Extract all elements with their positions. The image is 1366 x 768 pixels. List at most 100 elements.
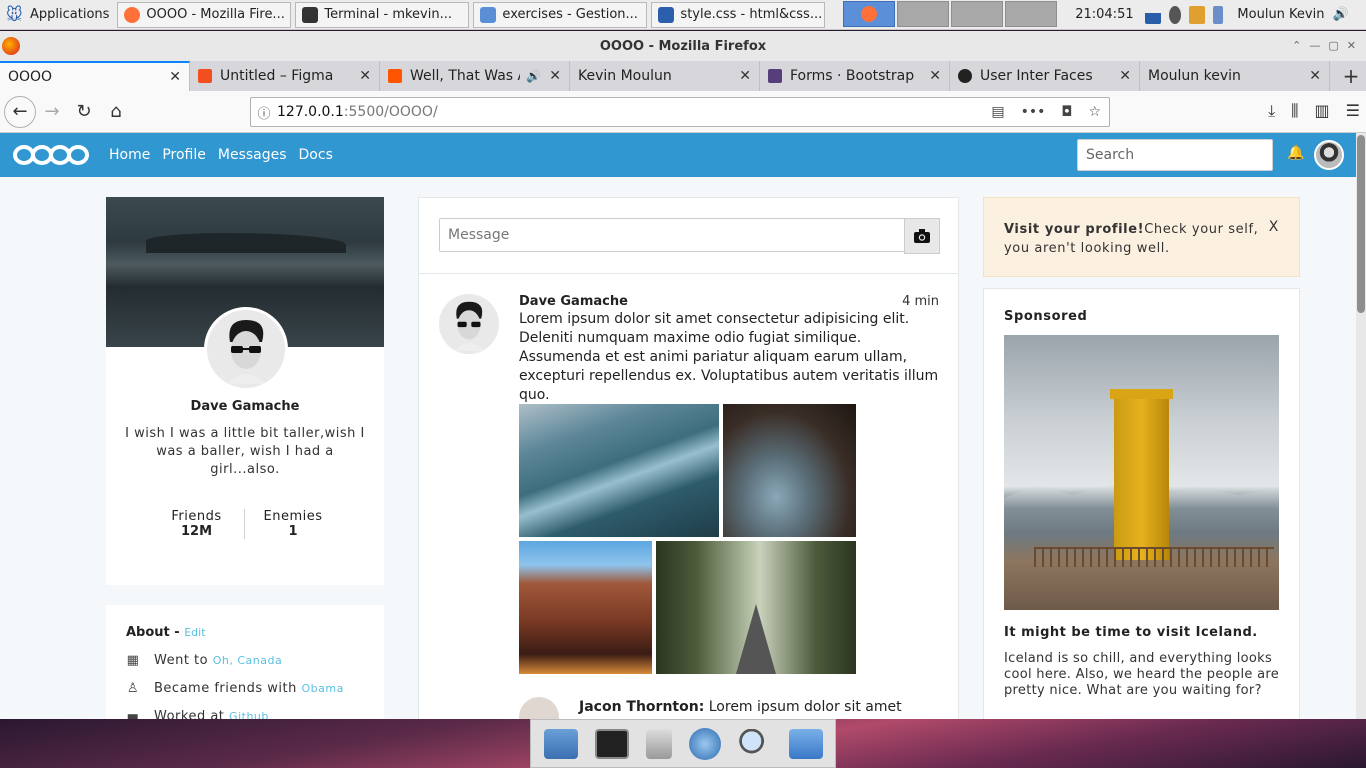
home-button[interactable]: ⌂ bbox=[100, 96, 132, 128]
firefox-icon bbox=[2, 37, 20, 55]
applications-menu[interactable]: 🐭 Applications bbox=[0, 0, 117, 30]
page-scrollbar[interactable] bbox=[1356, 133, 1366, 719]
oooo-logo[interactable] bbox=[12, 142, 90, 168]
bell-icon[interactable]: 🔔 bbox=[1287, 145, 1304, 161]
close-tab-icon[interactable]: ✕ bbox=[169, 69, 181, 85]
terminal-icon[interactable] bbox=[594, 728, 629, 759]
downloads-icon[interactable]: ⤓ bbox=[1268, 101, 1275, 121]
task-firefox[interactable]: OOOO - Mozilla Fire... bbox=[117, 1, 292, 28]
tab-oooo[interactable]: OOOO ✕ bbox=[0, 61, 190, 91]
post-avatar[interactable] bbox=[439, 294, 499, 354]
menu-icon[interactable]: ☰ bbox=[1346, 101, 1360, 121]
shade-button[interactable]: ⌃ bbox=[1292, 39, 1301, 52]
post-image-cave[interactable] bbox=[723, 404, 856, 537]
workspace-2[interactable] bbox=[897, 0, 950, 27]
window-titlebar[interactable]: OOOO - Mozilla Firefox ⌃ — ▢ ✕ bbox=[0, 31, 1366, 61]
network-icon[interactable] bbox=[1145, 5, 1162, 24]
nav-docs[interactable]: Docs bbox=[299, 147, 333, 163]
sponsored-card: Sponsored It might be time to visit Icel… bbox=[983, 288, 1300, 719]
forward-button[interactable]: → bbox=[36, 96, 68, 128]
tab-bootstrap[interactable]: Forms · Bootstrap ✕ bbox=[760, 61, 950, 91]
post-author[interactable]: Dave Gamache bbox=[519, 294, 628, 309]
workspace-4[interactable] bbox=[1005, 0, 1058, 27]
tab-kevin-moulun[interactable]: Kevin Moulun ✕ bbox=[570, 61, 760, 91]
window-title: OOOO - Mozilla Firefox bbox=[599, 38, 767, 54]
tab-figma[interactable]: Untitled – Figma ✕ bbox=[190, 61, 380, 91]
reader-view-icon[interactable]: ▤ bbox=[991, 104, 1004, 120]
about-link[interactable]: Github bbox=[229, 710, 269, 719]
profile-card: Dave Gamache I wish I was a little bit t… bbox=[106, 197, 384, 585]
home-folder-icon[interactable] bbox=[543, 728, 578, 759]
url-bar[interactable]: ⓘ 127.0.0.1 :5500/OOOO/ ▤ ••• ◘ ☆ bbox=[250, 97, 1110, 127]
maximize-button[interactable]: ▢ bbox=[1328, 39, 1338, 52]
volume-icon[interactable]: 🔊 bbox=[1332, 7, 1348, 22]
next-post-author[interactable]: Jacon Thornton: bbox=[579, 699, 704, 715]
alert-strong[interactable]: Visit your profile! bbox=[1004, 222, 1144, 237]
scrollbar-thumb[interactable] bbox=[1357, 135, 1365, 313]
site-info-icon[interactable]: ⓘ bbox=[251, 103, 277, 122]
workspace-switcher[interactable] bbox=[843, 0, 1059, 29]
next-post-text: Lorem ipsum dolor sit amet bbox=[704, 699, 902, 715]
nav-home[interactable]: Home bbox=[109, 147, 150, 163]
back-button[interactable]: ← bbox=[4, 95, 36, 128]
close-tab-icon[interactable]: ✕ bbox=[549, 68, 561, 84]
battery-icon[interactable] bbox=[1213, 5, 1224, 24]
sponsored-title[interactable]: It might be time to visit Iceland. bbox=[1004, 625, 1258, 640]
post-image-building[interactable] bbox=[519, 541, 652, 674]
stat-friends[interactable]: Friends 12M bbox=[149, 509, 245, 539]
user-name[interactable]: Moulun Kevin bbox=[1237, 7, 1324, 22]
speaker-icon[interactable]: 🔊 bbox=[526, 69, 541, 83]
task-terminal[interactable]: Terminal - mkevin... bbox=[295, 1, 470, 28]
profile-avatar[interactable] bbox=[204, 307, 288, 391]
sponsored-image[interactable] bbox=[1004, 335, 1279, 610]
page-actions-icon[interactable]: ••• bbox=[1021, 104, 1046, 120]
tab-soundcloud[interactable]: Well, That Was Aw 🔊 ✕ bbox=[380, 61, 570, 91]
sidebar-icon[interactable]: ▥ bbox=[1315, 101, 1330, 121]
library-icon[interactable]: ⫼ bbox=[1291, 101, 1298, 121]
task-editor[interactable]: style.css - html&css... bbox=[651, 1, 826, 28]
close-tab-icon[interactable]: ✕ bbox=[1309, 68, 1321, 84]
nav-messages[interactable]: Messages bbox=[218, 147, 287, 163]
user-avatar[interactable] bbox=[1314, 140, 1344, 170]
about-edit-link[interactable]: Edit bbox=[184, 626, 205, 639]
new-tab-button[interactable]: + bbox=[1336, 61, 1366, 91]
sponsored-text: Iceland is so chill, and everything look… bbox=[1004, 651, 1280, 698]
minimize-button[interactable]: — bbox=[1309, 39, 1320, 52]
bookmark-star-icon[interactable]: ☆ bbox=[1088, 104, 1101, 120]
tab-moulun-kevin[interactable]: Moulun kevin ✕ bbox=[1140, 61, 1330, 91]
workspace-3[interactable] bbox=[951, 0, 1004, 27]
file-cabinet-icon[interactable] bbox=[645, 728, 672, 759]
post-image-fjord[interactable] bbox=[519, 404, 719, 537]
bluetooth-icon[interactable] bbox=[1169, 5, 1182, 24]
package-icon[interactable] bbox=[1189, 5, 1206, 24]
tab-label: Kevin Moulun bbox=[578, 68, 672, 84]
reload-button[interactable]: ↻ bbox=[68, 96, 100, 128]
search-icon[interactable] bbox=[737, 728, 772, 759]
pocket-icon[interactable]: ◘ bbox=[1061, 104, 1072, 120]
dock bbox=[530, 719, 836, 768]
tab-label: OOOO bbox=[8, 69, 53, 85]
close-tab-icon[interactable]: ✕ bbox=[1119, 68, 1131, 84]
tab-user-inter-faces[interactable]: User Inter Faces ✕ bbox=[950, 61, 1140, 91]
stat-enemies[interactable]: Enemies 1 bbox=[245, 509, 341, 539]
close-tab-icon[interactable]: ✕ bbox=[739, 68, 751, 84]
web-browser-icon[interactable] bbox=[688, 727, 721, 760]
site-search-input[interactable]: Search bbox=[1077, 139, 1273, 171]
about-text: Worked at bbox=[154, 709, 230, 719]
close-tab-icon[interactable]: ✕ bbox=[929, 68, 941, 84]
clock[interactable]: 21:04:51 bbox=[1069, 7, 1139, 22]
close-window-button[interactable]: ✕ bbox=[1347, 39, 1356, 52]
profile-name[interactable]: Dave Gamache bbox=[106, 399, 384, 414]
close-tab-icon[interactable]: ✕ bbox=[359, 68, 371, 84]
about-link[interactable]: Oh, Canada bbox=[213, 654, 282, 667]
about-link[interactable]: Obama bbox=[301, 682, 343, 695]
alert-close-button[interactable]: X bbox=[1269, 218, 1279, 237]
message-input[interactable]: Message bbox=[439, 218, 905, 252]
nav-profile[interactable]: Profile bbox=[162, 147, 206, 163]
task-file-manager[interactable]: exercises - Gestion... bbox=[473, 1, 648, 28]
folder-icon[interactable] bbox=[788, 728, 823, 759]
workspace-1[interactable] bbox=[843, 0, 896, 27]
camera-button[interactable] bbox=[904, 218, 940, 254]
stat-value: 1 bbox=[288, 524, 298, 539]
post-image-forest-road[interactable] bbox=[656, 541, 856, 674]
